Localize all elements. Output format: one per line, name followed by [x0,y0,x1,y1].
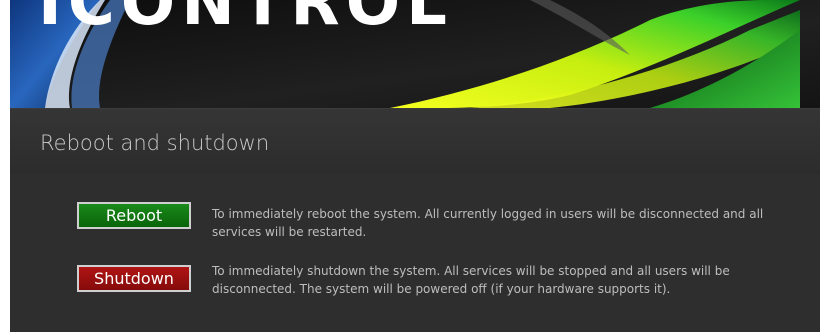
shutdown-button[interactable]: Shutdown [77,265,191,292]
content-panel: Reboot To immediately reboot the system.… [10,174,820,332]
main-frame: ICONTROL Reboot and shutdown Reboot To i… [10,0,820,332]
shutdown-description: To immediately shutdown the system. All … [212,264,730,296]
brand-logo-text: ICONTROL [38,0,453,40]
reboot-button[interactable]: Reboot [77,202,191,229]
section-header: Reboot and shutdown [10,108,820,175]
header-banner: ICONTROL [10,0,820,108]
page-title: Reboot and shutdown [40,131,270,155]
reboot-description: To immediately reboot the system. All cu… [212,207,764,239]
